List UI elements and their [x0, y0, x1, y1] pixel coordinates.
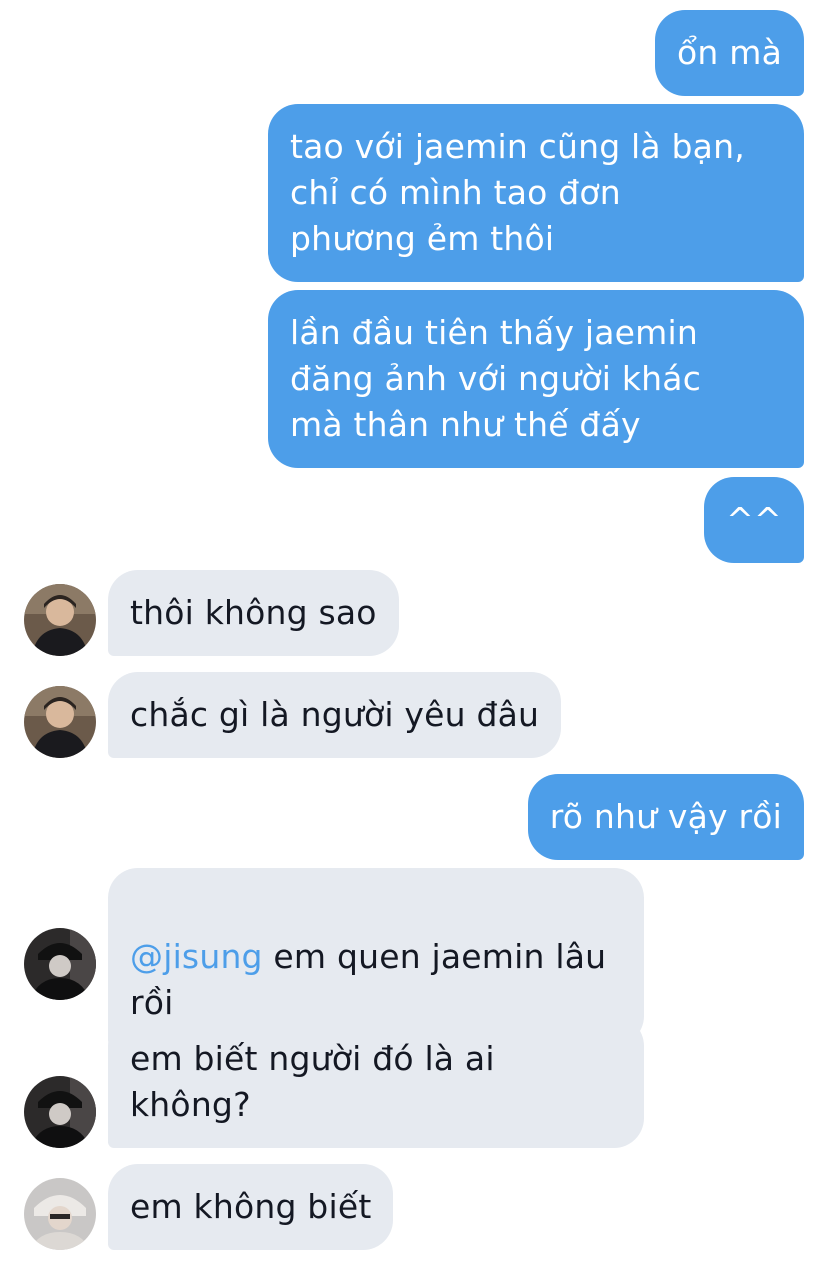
avatar-user-a[interactable] — [24, 584, 96, 656]
chat-thread: ổn mà tao với jaemin cũng là bạn, chỉ có… — [0, 0, 828, 1261]
outgoing-message[interactable]: lần đầu tiên thấy jaemin đăng ảnh với ng… — [268, 290, 804, 468]
mention-link[interactable]: @jisung — [130, 937, 263, 976]
outgoing-message[interactable]: ổn mà — [655, 10, 804, 96]
avatar-user-a[interactable] — [24, 686, 96, 758]
outgoing-message[interactable]: rõ như vậy rồi — [527, 774, 804, 860]
incoming-message[interactable]: em biết người đó là ai không? — [108, 1016, 644, 1148]
incoming-message[interactable]: chắc gì là người yêu đâu — [108, 672, 562, 758]
outgoing-message[interactable]: ^^ — [704, 477, 804, 563]
avatar-user-c[interactable] — [24, 1178, 96, 1250]
avatar-user-b[interactable] — [24, 1076, 96, 1148]
incoming-message[interactable]: thôi không sao — [108, 570, 399, 656]
outgoing-message[interactable]: tao với jaemin cũng là bạn, chỉ có mình … — [268, 104, 804, 282]
avatar-user-b[interactable] — [24, 928, 96, 1000]
incoming-message[interactable]: em không biết — [108, 1164, 394, 1250]
